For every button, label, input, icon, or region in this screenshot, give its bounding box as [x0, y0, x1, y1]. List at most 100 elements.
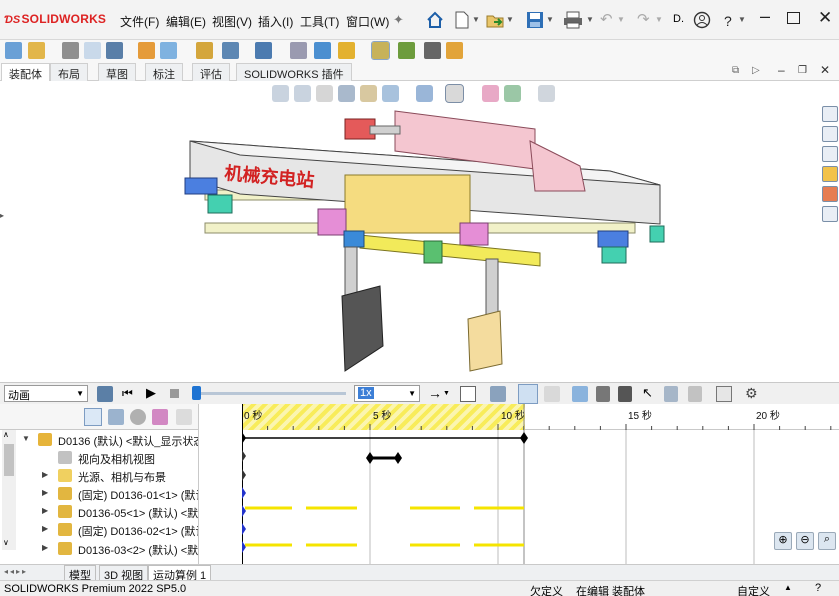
- chevron-down-icon[interactable]: ▼: [472, 15, 480, 24]
- tab-sketch[interactable]: 草图: [98, 63, 136, 81]
- restore-panel-icon[interactable]: ⧉: [732, 65, 739, 76]
- file-explorer-icon[interactable]: [822, 146, 838, 162]
- doc-minimize-icon[interactable]: –: [778, 63, 785, 77]
- chevron-down-icon[interactable]: ▼: [546, 15, 554, 24]
- stop-icon[interactable]: [170, 389, 179, 398]
- chevron-down-icon[interactable]: ▼: [443, 390, 450, 397]
- new-motion-study-icon[interactable]: [290, 42, 307, 59]
- tab-evaluate[interactable]: 评估: [192, 63, 230, 81]
- chevron-up-icon[interactable]: ▲: [784, 583, 792, 592]
- motor-icon[interactable]: [572, 386, 588, 402]
- scroll-down-icon[interactable]: ∨: [3, 538, 9, 547]
- linear-pattern-icon[interactable]: [106, 42, 123, 59]
- zoom-in-icon[interactable]: ⊕: [774, 532, 792, 550]
- save-animation-icon[interactable]: [460, 386, 476, 402]
- exploded-view-icon[interactable]: [338, 42, 355, 59]
- zoom-to-fit-icon[interactable]: ⌕: [818, 532, 836, 550]
- arrow-right-icon[interactable]: →: [428, 385, 442, 401]
- key-point[interactable]: [242, 523, 246, 535]
- solidworks-resources-icon[interactable]: [822, 106, 838, 122]
- smart-fasteners-icon[interactable]: [138, 42, 155, 59]
- undo-icon[interactable]: ↶: [600, 10, 613, 28]
- doc-close-icon[interactable]: ✕: [820, 63, 830, 77]
- key-point[interactable]: [242, 432, 246, 444]
- user-account-icon[interactable]: [693, 11, 711, 29]
- tree-row-part[interactable]: ▶ D0136-05<1> (默认) <默认: [0, 503, 198, 521]
- animation-wizard-icon[interactable]: [490, 386, 506, 402]
- print-icon[interactable]: [563, 11, 583, 29]
- key-point[interactable]: [394, 452, 402, 464]
- spring-icon[interactable]: [596, 386, 610, 402]
- instant3d-icon[interactable]: [371, 41, 390, 60]
- bill-of-materials-icon[interactable]: [314, 42, 331, 59]
- calculate-icon[interactable]: [97, 386, 113, 402]
- graphics-area[interactable]: ▸ 机械充电站: [0, 81, 821, 382]
- assembly-model-view[interactable]: 机械充电站: [0, 81, 821, 382]
- component-preview-icon[interactable]: [84, 42, 101, 59]
- add-key-icon[interactable]: [544, 386, 560, 402]
- tab-assembly[interactable]: 装配体: [1, 63, 50, 81]
- gear-icon[interactable]: ⚙: [745, 385, 758, 402]
- custom-properties-icon[interactable]: [822, 206, 838, 222]
- tab-solidworks-addins[interactable]: SOLIDWORKS 插件: [236, 63, 352, 81]
- chevron-down-icon[interactable]: ▼: [586, 15, 594, 24]
- menu-file[interactable]: 文件(F): [120, 13, 159, 30]
- scroll-up-icon[interactable]: ∧: [3, 430, 9, 439]
- key-point[interactable]: [520, 432, 528, 444]
- expand-arrow-icon[interactable]: ▶: [42, 506, 48, 515]
- timeline[interactable]: 0 秒 5 秒 10 秒 15 秒 20 秒 ⊕ ⊖ ⌕: [242, 404, 839, 564]
- assembly-features-icon[interactable]: [222, 42, 239, 59]
- expand-arrow-icon[interactable]: ▶: [42, 524, 48, 533]
- panel-arrow-icon[interactable]: ▷: [752, 65, 760, 76]
- tab-layout[interactable]: 布局: [50, 63, 88, 81]
- tree-row-part[interactable]: ▶ (固定) D0136-01<1> (默认: [0, 485, 198, 503]
- filter-results-icon[interactable]: [152, 409, 168, 425]
- help-icon[interactable]: ?: [815, 582, 821, 594]
- take-snapshot-icon[interactable]: [424, 42, 441, 59]
- filter-driving-icon[interactable]: [108, 409, 124, 425]
- reference-geometry-icon[interactable]: [255, 42, 272, 59]
- solidworks-logo[interactable]: ƊSSOLIDWORKS: [4, 12, 106, 26]
- key-point[interactable]: [242, 541, 246, 553]
- tree-row-assembly[interactable]: ▼ D0136 (默认) <默认_显示状态: [0, 431, 198, 449]
- update-speedpak-icon[interactable]: [398, 42, 415, 59]
- tab-motion-study[interactable]: 运动算例 1: [148, 565, 212, 582]
- menu-insert[interactable]: 插入(I): [258, 13, 293, 30]
- home-icon[interactable]: [426, 11, 444, 29]
- appearances-icon[interactable]: [822, 186, 838, 202]
- key-point[interactable]: [366, 452, 374, 464]
- open-folder-icon[interactable]: [486, 11, 504, 29]
- expand-arrow-icon[interactable]: ▶: [42, 470, 48, 479]
- view-palette-icon[interactable]: [822, 166, 838, 182]
- menu-window[interactable]: 窗口(W): [346, 13, 389, 30]
- doc-restore-icon[interactable]: ❐: [798, 65, 807, 76]
- filter-animated-icon[interactable]: [84, 408, 102, 426]
- minimize-icon[interactable]: –: [760, 6, 770, 27]
- maximize-icon[interactable]: [787, 12, 800, 24]
- autokey-icon[interactable]: [518, 384, 538, 404]
- show-hidden-icon[interactable]: [196, 42, 213, 59]
- insert-component-icon[interactable]: [28, 42, 45, 59]
- key-point[interactable]: [242, 450, 246, 462]
- redo-icon[interactable]: ↷: [637, 10, 650, 28]
- playback-slider[interactable]: [196, 392, 346, 395]
- damper-icon[interactable]: [618, 386, 632, 402]
- chevron-down-icon[interactable]: ▼: [506, 15, 514, 24]
- results-plots-icon[interactable]: [716, 386, 732, 402]
- study-type-select[interactable]: 动画 ▼: [4, 385, 88, 402]
- tab-scroll-arrows-icon[interactable]: ◂◂▸▸: [4, 567, 28, 576]
- chevron-down-icon[interactable]: ▼: [655, 15, 663, 24]
- expand-arrow-icon[interactable]: ▶: [42, 488, 48, 497]
- key-point[interactable]: [242, 487, 246, 499]
- help-icon[interactable]: ?: [724, 13, 732, 29]
- edit-component-icon[interactable]: [5, 42, 22, 59]
- zoom-out-icon[interactable]: ⊖: [796, 532, 814, 550]
- menu-edit[interactable]: 编辑(E): [166, 13, 206, 30]
- units-status[interactable]: 自定义: [737, 583, 770, 596]
- large-assembly-icon[interactable]: [446, 42, 463, 59]
- move-component-icon[interactable]: [160, 42, 177, 59]
- collapse-all-icon[interactable]: [176, 409, 192, 425]
- contact-icon[interactable]: [664, 386, 678, 402]
- tree-row-part[interactable]: ▶ D0136-03<2> (默认) <默认: [0, 540, 198, 558]
- tree-row-part[interactable]: ▶ (固定) D0136-02<1> (默认: [0, 521, 198, 539]
